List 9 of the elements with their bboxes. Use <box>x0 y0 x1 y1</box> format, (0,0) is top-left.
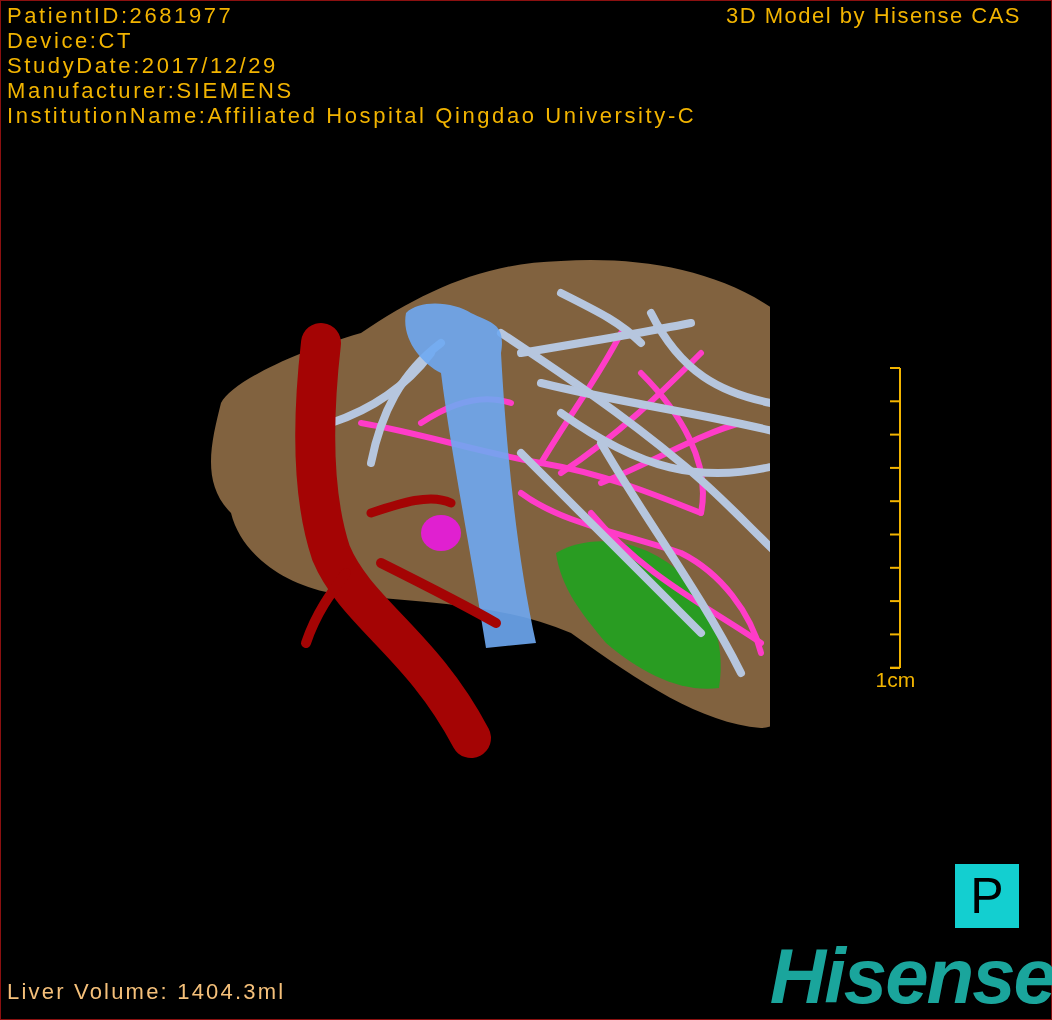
patient-info-text: PatientID:2681977 <box>7 3 235 28</box>
liver-volume-text: Liver Volume: 1404.3ml <box>6 979 287 1006</box>
patient-info-text: StudyDate:2017/12/29 <box>7 53 279 78</box>
patient-info-text: Manufacturer:SIEMENS <box>7 78 295 103</box>
orientation-badge[interactable]: P <box>955 864 1019 928</box>
patient-info-text: Device:CT <box>7 28 135 53</box>
patient-info-text: InstitutionName:Affiliated Hospital Qingdao University-C <box>7 103 697 128</box>
viewer-title: 3D Model by Hisense CAS <box>726 2 1022 28</box>
scale-label: 1cm <box>875 668 916 692</box>
